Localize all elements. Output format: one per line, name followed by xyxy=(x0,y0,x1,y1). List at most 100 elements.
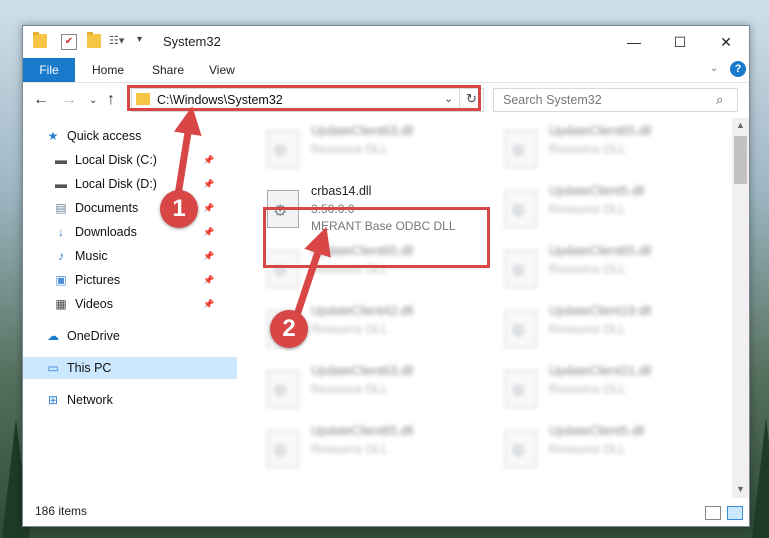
navigation-bar: ← → ⌄ ↑ C:\Windows\System32 ⌄ ↻ Search S… xyxy=(23,83,749,117)
sidebar-item-quick-access[interactable]: ★ Quick access xyxy=(23,125,237,147)
file-type: Resource DLL xyxy=(549,322,626,336)
properties-icon[interactable]: ✔ xyxy=(61,34,77,50)
expand-ribbon-icon[interactable]: ⌄ xyxy=(710,63,718,74)
sidebar-item-network[interactable]: ⊞ Network xyxy=(23,389,237,411)
file-type: Resource DLL xyxy=(549,262,626,276)
cloud-icon: ☁ xyxy=(47,329,59,343)
details-view-icon[interactable] xyxy=(705,506,721,520)
file-type: Resource DLL xyxy=(311,382,388,396)
search-placeholder: Search System32 xyxy=(503,93,602,107)
file-type: Resource DLL xyxy=(311,442,388,456)
sidebar-item-documents[interactable]: ▤ Documents 📌 xyxy=(23,197,245,219)
title-bar: ✔ ☷▾ ▾ System32 — ☐ ✕ xyxy=(23,26,749,58)
file-name: UpdateClient65.dll xyxy=(549,244,652,258)
file-name: UpdateClient65.dll xyxy=(549,124,652,138)
sidebar-item-pictures[interactable]: ▣ Pictures 📌 xyxy=(23,269,245,291)
scrollbar-thumb[interactable] xyxy=(734,136,747,184)
help-icon[interactable]: ? xyxy=(730,61,746,77)
file-item[interactable]: UpdateClient21.dll Resource DLL xyxy=(499,362,729,414)
file-name: UpdateClient63.dll xyxy=(311,364,414,378)
sidebar-item-onedrive[interactable]: ☁ OneDrive xyxy=(23,325,237,347)
tab-home[interactable]: Home xyxy=(92,63,124,77)
file-type: Resource DLL xyxy=(549,202,626,216)
file-name: UpdateClient63.dll xyxy=(311,124,414,138)
file-item[interactable]: UpdateClient63.dll Resource DLL xyxy=(261,122,491,174)
ribbon-tabs: File Home Share View ⌄ ? xyxy=(23,58,749,83)
sidebar-item-label: Quick access xyxy=(67,129,142,143)
minimize-button[interactable]: — xyxy=(611,26,657,58)
videos-icon: ▦ xyxy=(55,297,67,311)
up-arrow-icon[interactable]: ↑ xyxy=(107,91,115,109)
file-item[interactable]: UpdateClient65.dll Resource DLL xyxy=(499,242,729,294)
file-highlight-box xyxy=(263,207,490,268)
sidebar-item-label: Pictures xyxy=(75,273,121,287)
search-icon[interactable]: ⌕ xyxy=(716,92,723,108)
large-icons-view-icon[interactable] xyxy=(727,506,743,520)
pin-icon: 📌 xyxy=(203,154,215,165)
background-tree xyxy=(752,418,769,538)
scroll-up-icon[interactable]: ▲ xyxy=(736,120,745,130)
window-title: System32 xyxy=(163,34,221,49)
file-list: UpdateClient63.dll Resource DLL crbas14.… xyxy=(237,118,732,496)
dll-file-icon xyxy=(267,130,299,168)
back-arrow-icon[interactable]: ← xyxy=(33,91,49,109)
vertical-scrollbar[interactable]: ▲ ▼ xyxy=(732,118,749,498)
recent-locations-icon[interactable]: ⌄ xyxy=(89,95,97,106)
pin-icon: 📌 xyxy=(203,226,215,237)
file-item[interactable]: UpdateClient5.dll Resource DLL xyxy=(499,182,729,234)
dll-file-icon xyxy=(267,430,299,468)
file-name: UpdateClient65.dll xyxy=(311,424,414,438)
customize-toolbar-icon[interactable]: ▾ xyxy=(137,34,151,48)
file-type: Resource DLL xyxy=(549,442,626,456)
status-bar: 186 items xyxy=(23,498,749,526)
file-item[interactable]: UpdateClient5.dll Resource DLL xyxy=(499,422,729,474)
file-item[interactable]: UpdateClient63.dll Resource DLL xyxy=(261,362,491,414)
sidebar-item-music[interactable]: ♪ Music 📌 xyxy=(23,245,245,267)
file-name: crbas14.dll xyxy=(311,184,372,198)
dll-file-icon xyxy=(267,370,299,408)
tab-view[interactable]: View xyxy=(209,63,235,77)
sidebar-item-downloads[interactable]: ↓ Downloads 📌 xyxy=(23,221,245,243)
sidebar-item-label: This PC xyxy=(67,361,112,375)
tab-share[interactable]: Share xyxy=(152,63,184,77)
file-type: Resource DLL xyxy=(549,382,626,396)
address-highlight-box xyxy=(127,85,481,111)
file-item[interactable]: UpdateClient65.dll Resource DLL xyxy=(261,422,491,474)
dll-file-icon xyxy=(505,250,537,288)
tab-file[interactable]: File xyxy=(23,58,75,82)
file-item[interactable]: UpdateClient65.dll Resource DLL xyxy=(499,122,729,174)
step-1-badge: 1 xyxy=(160,190,198,228)
sidebar-item-videos[interactable]: ▦ Videos 📌 xyxy=(23,293,245,315)
pin-icon: 📌 xyxy=(203,202,215,213)
network-icon: ⊞ xyxy=(47,393,59,407)
maximize-button[interactable]: ☐ xyxy=(657,26,703,58)
dll-file-icon xyxy=(505,430,537,468)
file-type: Resource DLL xyxy=(549,142,626,156)
close-button[interactable]: ✕ xyxy=(703,26,749,58)
pin-icon: 📌 xyxy=(203,298,215,309)
search-input[interactable]: Search System32 ⌕ xyxy=(493,88,738,112)
explorer-window: ✔ ☷▾ ▾ System32 — ☐ ✕ File Home Share Vi… xyxy=(22,25,750,527)
forward-arrow-icon[interactable]: → xyxy=(61,91,77,109)
file-type: Resource DLL xyxy=(311,322,388,336)
sidebar-item-local-disk-c[interactable]: ▬ Local Disk (C:) 📌 xyxy=(23,149,245,171)
new-folder-icon[interactable] xyxy=(87,32,101,48)
sidebar-item-label: Local Disk (D:) xyxy=(75,177,157,191)
music-icon: ♪ xyxy=(58,249,64,263)
dll-file-icon xyxy=(505,310,537,348)
file-name: UpdateClient5.dll xyxy=(549,184,645,198)
pictures-icon: ▣ xyxy=(55,273,67,287)
scroll-down-icon[interactable]: ▼ xyxy=(736,484,745,494)
star-icon: ★ xyxy=(47,129,59,143)
sidebar-item-this-pc[interactable]: ▭ This PC xyxy=(23,357,237,379)
file-item[interactable]: UpdateClient19.dll Resource DLL xyxy=(499,302,729,354)
view-dropdown-icon[interactable]: ☷▾ xyxy=(109,34,124,48)
file-name: UpdateClient21.dll xyxy=(549,364,652,378)
folder-icon xyxy=(33,32,47,48)
sidebar-item-label: Local Disk (C:) xyxy=(75,153,157,167)
download-icon: ↓ xyxy=(58,225,64,239)
sidebar-item-label: Videos xyxy=(75,297,113,311)
file-type: Resource DLL xyxy=(311,142,388,156)
sidebar-item-label: Music xyxy=(75,249,108,263)
sidebar-item-local-disk-d[interactable]: ▬ Local Disk (D:) 📌 xyxy=(23,173,245,195)
